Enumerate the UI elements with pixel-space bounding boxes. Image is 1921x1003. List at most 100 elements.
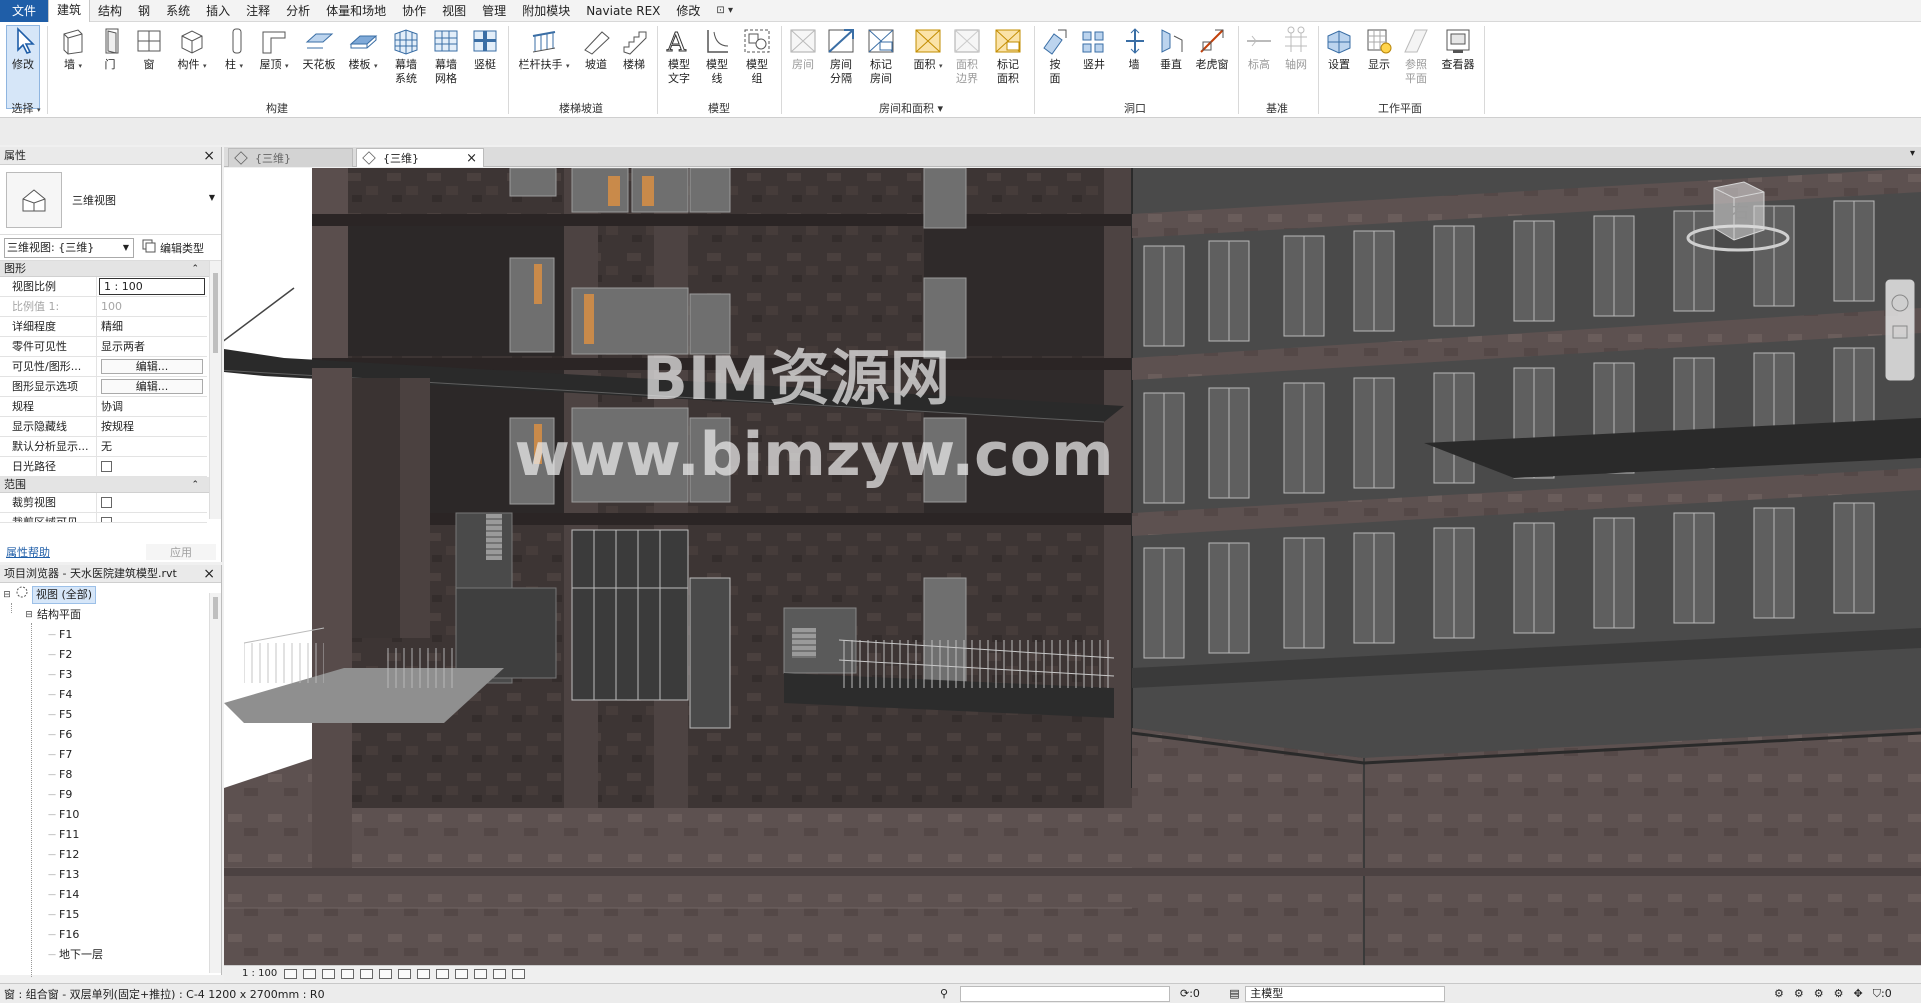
3d-viewport[interactable]: BIM资源网 www.bimzyw.com 右 — [224, 168, 1921, 965]
ref-plane-button[interactable]: 参照 平面 — [1400, 26, 1432, 86]
sync-icon[interactable]: ⟳ — [1180, 987, 1189, 1000]
tree-node-plan[interactable]: — F6 — [0, 725, 221, 745]
properties-scrollbar[interactable] — [209, 261, 221, 519]
show-constraints-icon[interactable] — [512, 968, 525, 979]
by-face-button[interactable]: 按 面 — [1040, 26, 1070, 86]
edit-type-button[interactable]: 编辑类型 — [142, 239, 204, 256]
vertical-opening-button[interactable]: 垂直 — [1156, 26, 1186, 72]
design-option-select[interactable]: 主模型 — [1245, 985, 1446, 1002]
floor-button[interactable]: 楼板 ▾ — [347, 26, 379, 73]
select-pinned-icon[interactable]: ⚙ — [1814, 987, 1824, 1000]
tree-node-plan[interactable]: — F7 — [0, 745, 221, 765]
filter-icon[interactable]: ⛉ — [1873, 987, 1881, 1001]
dormer-button[interactable]: 老虎窗 — [1192, 26, 1232, 72]
mullion-button[interactable]: 竖梃 — [470, 26, 500, 72]
close-icon[interactable]: × — [203, 565, 215, 583]
tree-node-plan[interactable]: — F16 — [0, 925, 221, 945]
viewer-button[interactable]: 查看器 — [1438, 26, 1478, 72]
modify-button[interactable]: 修改 — [6, 25, 40, 109]
tree-node-plan[interactable]: — F15 — [0, 905, 221, 925]
tree-node-plan[interactable]: — F9 — [0, 785, 221, 805]
tree-node-plan[interactable]: — F1 — [0, 625, 221, 645]
window-button[interactable]: 窗 — [134, 26, 164, 72]
wall-opening-button[interactable]: 墙 — [1120, 26, 1148, 72]
tree-node-plan[interactable]: — F13 — [0, 865, 221, 885]
worksets-icon[interactable]: ⚲ — [940, 987, 960, 1000]
parts-visibility-value[interactable]: 显示两者 — [97, 337, 207, 356]
tree-node-views[interactable]: ⊟ 视图 (全部) — [0, 585, 221, 605]
area-button[interactable]: 面积 ▾ — [912, 26, 944, 73]
tree-node-plan[interactable]: — F5 — [0, 705, 221, 725]
graphic-display-edit-button[interactable]: 编辑... — [101, 379, 203, 394]
tree-node-plan[interactable]: — F14 — [0, 885, 221, 905]
workset-select[interactable] — [960, 985, 1170, 1002]
drag-elements-icon[interactable]: ✥ — [1854, 987, 1863, 1000]
sun-path-icon[interactable] — [322, 968, 335, 979]
collapse-toggle-icon[interactable]: ⊟ — [24, 605, 34, 625]
group-graphics-header[interactable]: 图形 ⌃ — [0, 261, 221, 277]
ramp-button[interactable]: 坡道 — [582, 26, 610, 72]
tab-list-chevron-icon[interactable]: ▾ — [1910, 148, 1915, 159]
railing-button[interactable]: 栏杆扶手 ▾ — [517, 26, 571, 73]
wall-button[interactable]: 墙 ▾ — [57, 26, 89, 73]
sun-path-checkbox[interactable] — [101, 460, 112, 472]
tag-room-button[interactable]: 标记 房间 — [864, 26, 898, 86]
view-tab[interactable]: {三维} — [228, 148, 353, 167]
tag-area-button[interactable]: 标记 面积 — [990, 26, 1026, 86]
crop-view-checkbox[interactable] — [101, 496, 112, 508]
tab-analyze[interactable]: 分析 — [278, 0, 318, 22]
tab-insert[interactable]: 插入 — [198, 0, 238, 22]
scrollbar-thumb[interactable] — [213, 597, 218, 619]
select-links-icon[interactable]: ⚙ — [1774, 987, 1784, 1000]
collapse-toggle-icon[interactable]: ⊟ — [2, 585, 12, 605]
reveal-hidden-icon[interactable] — [455, 968, 468, 979]
apply-button[interactable]: 应用 — [146, 544, 216, 560]
detail-level-icon[interactable] — [284, 968, 297, 979]
tab-collaborate[interactable]: 协作 — [394, 0, 434, 22]
model-group-button[interactable]: 模型 组 — [740, 26, 774, 86]
tab-naviate-rex[interactable]: Naviate REX — [578, 0, 668, 22]
ribbon-display-toggle[interactable]: ⊡ ▾ — [708, 5, 741, 16]
shadows-icon[interactable] — [341, 968, 354, 979]
tab-massing-site[interactable]: 体量和场地 — [318, 0, 394, 22]
panel-room-area-label[interactable]: 房间和面积 ▾ — [866, 100, 956, 116]
grid-button[interactable]: 轴网 — [1280, 26, 1312, 72]
tab-addins[interactable]: 附加模块 — [514, 0, 578, 22]
view-scale-input[interactable]: 1 : 100 — [99, 278, 205, 295]
show-crop-icon[interactable] — [398, 968, 411, 979]
tree-node-plan[interactable]: — F8 — [0, 765, 221, 785]
tab-view[interactable]: 视图 — [434, 0, 474, 22]
shaft-button[interactable]: 竖井 — [1078, 26, 1110, 72]
temporary-hide-icon[interactable] — [436, 968, 449, 979]
render-icon[interactable] — [360, 968, 373, 979]
model-line-button[interactable]: 模型 线 — [702, 26, 732, 86]
column-button[interactable]: 柱 ▾ — [222, 26, 246, 73]
door-button[interactable]: 门 — [97, 26, 123, 72]
tree-node-plan[interactable]: — F11 — [0, 825, 221, 845]
crop-view-icon[interactable] — [379, 968, 392, 979]
tab-structure[interactable]: 结构 — [90, 0, 130, 22]
room-separator-button[interactable]: 房间 分隔 — [825, 26, 857, 86]
close-tab-icon[interactable]: × — [466, 149, 477, 168]
tab-annotate[interactable]: 注释 — [238, 0, 278, 22]
tree-node-plan[interactable]: — F2 — [0, 645, 221, 665]
visibility-graphics-edit-button[interactable]: 编辑... — [101, 359, 203, 374]
browser-scrollbar[interactable] — [209, 593, 221, 973]
model-text-button[interactable]: A 模型 文字 — [664, 26, 694, 86]
curtain-system-button[interactable]: 幕墙 系统 — [390, 26, 422, 86]
area-boundary-button[interactable]: 面积 边界 — [951, 26, 983, 86]
tab-modify[interactable]: 修改 — [668, 0, 708, 22]
instance-filter-select[interactable]: 三维视图: {三维} ▼ — [4, 237, 134, 258]
close-icon[interactable]: × — [203, 147, 215, 165]
view-tab-active[interactable]: {三维} × — [356, 148, 484, 167]
tab-steel[interactable]: 钢 — [130, 0, 158, 22]
properties-help-link[interactable]: 属性帮助 — [6, 544, 50, 560]
tree-node-structural-plans[interactable]: ⊟ 结构平面 — [0, 605, 221, 625]
design-options-icon[interactable]: ▤ — [1229, 987, 1245, 1000]
visual-style-icon[interactable] — [303, 968, 316, 979]
scrollbar-thumb[interactable] — [213, 273, 218, 353]
curtain-grid-button[interactable]: 幕墙 网格 — [430, 26, 462, 86]
select-underlay-icon[interactable]: ⚙ — [1794, 987, 1804, 1000]
viewcube-face-label[interactable]: 右 — [1731, 198, 1749, 224]
tree-node-plan[interactable]: — F4 — [0, 685, 221, 705]
